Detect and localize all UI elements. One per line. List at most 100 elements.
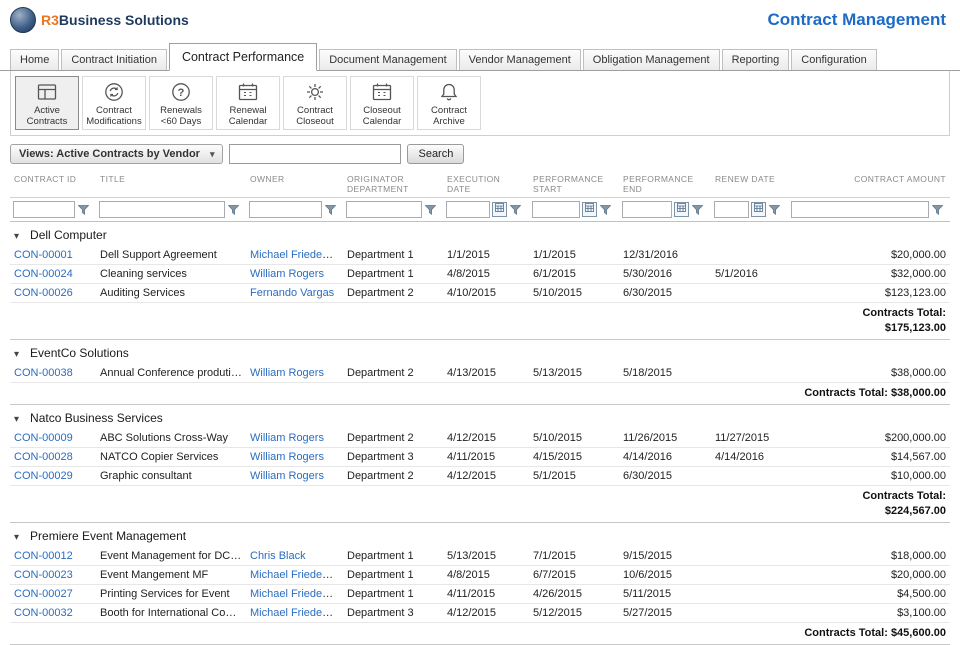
column-header-originator-department[interactable]: ORIGINATOR DEPARTMENT bbox=[343, 170, 443, 198]
owner-link[interactable]: Michael Friedenberg bbox=[250, 607, 343, 619]
search-button[interactable]: Search bbox=[407, 144, 464, 164]
logo-text: R3Business Solutions bbox=[41, 12, 189, 28]
performance-end-cell: 12/31/2016 bbox=[619, 246, 711, 265]
filter-input-contract-id[interactable] bbox=[13, 201, 75, 218]
contract-id-link[interactable]: CON-00032 bbox=[14, 607, 73, 619]
calendar-picker-icon[interactable] bbox=[674, 202, 689, 217]
owner-cell: William Rogers bbox=[246, 448, 343, 467]
filter-funnel-icon[interactable] bbox=[692, 205, 703, 215]
ribbon-button-contract-closeout[interactable]: Contract Closeout bbox=[283, 76, 347, 130]
collapse-arrow-icon[interactable]: ▾ bbox=[14, 532, 19, 543]
owner-link[interactable]: William Rogers bbox=[250, 268, 324, 280]
contract-id-link[interactable]: CON-00023 bbox=[14, 569, 73, 581]
owner-link[interactable]: William Rogers bbox=[250, 432, 324, 444]
ribbon-button-renewal-calendar[interactable]: Renewal Calendar bbox=[216, 76, 280, 130]
performance-end-cell: 6/30/2015 bbox=[619, 467, 711, 486]
owner-link[interactable]: Fernando Vargas bbox=[250, 287, 334, 299]
refresh-circle-icon bbox=[102, 80, 126, 104]
filter-input-execution-date[interactable] bbox=[446, 201, 490, 218]
renew-date-cell bbox=[711, 584, 788, 603]
tab-configuration[interactable]: Configuration bbox=[791, 49, 876, 70]
views-dropdown[interactable]: Views: Active Contracts by Vendor ▾ bbox=[10, 144, 223, 164]
collapse-arrow-icon[interactable]: ▾ bbox=[14, 231, 19, 242]
contract-id-link[interactable]: CON-00027 bbox=[14, 588, 73, 600]
contract-id-link[interactable]: CON-00026 bbox=[14, 287, 73, 299]
contract-id-link[interactable]: CON-00009 bbox=[14, 432, 73, 444]
owner-link[interactable]: Michael Friedenberg bbox=[250, 569, 343, 581]
performance-end-cell: 9/15/2015 bbox=[619, 547, 711, 566]
filter-funnel-icon[interactable] bbox=[510, 205, 521, 215]
filter-input-title[interactable] bbox=[99, 201, 225, 218]
department-cell: Department 2 bbox=[343, 364, 443, 383]
tab-reporting[interactable]: Reporting bbox=[722, 49, 790, 70]
owner-link[interactable]: William Rogers bbox=[250, 367, 324, 379]
filter-cell-renew-date bbox=[711, 198, 788, 222]
contract-id-link[interactable]: CON-00028 bbox=[14, 451, 73, 463]
column-header-title[interactable]: TITLE bbox=[96, 170, 246, 198]
filter-funnel-icon[interactable] bbox=[769, 205, 780, 215]
amount-cell: $32,000.00 bbox=[788, 265, 950, 284]
owner-link[interactable]: Michael Friedenberg bbox=[250, 588, 343, 600]
tab-contract-initiation[interactable]: Contract Initiation bbox=[61, 49, 167, 70]
owner-link[interactable]: William Rogers bbox=[250, 451, 324, 463]
column-header-renew-date[interactable]: RENEW DATE bbox=[711, 170, 788, 198]
ribbon-button-contract-archive[interactable]: Contract Archive bbox=[417, 76, 481, 130]
column-header-performance-end[interactable]: PERFORMANCE END bbox=[619, 170, 711, 198]
filter-input-performance-start[interactable] bbox=[532, 201, 580, 218]
filter-input-contract-amount[interactable] bbox=[791, 201, 929, 218]
ribbon-button-label: Active Contracts bbox=[17, 105, 77, 127]
column-header-performance-start[interactable]: PERFORMANCE START bbox=[529, 170, 619, 198]
calendar-picker-icon[interactable] bbox=[492, 202, 507, 217]
filter-input-performance-end[interactable] bbox=[622, 201, 672, 218]
ribbon-button-contract-modifications[interactable]: Contract Modifications bbox=[82, 76, 146, 130]
performance-start-cell: 4/15/2015 bbox=[529, 448, 619, 467]
contract-title-cell: Annual Conference prodution bbox=[96, 364, 246, 383]
owner-link[interactable]: Michael Friedenberg bbox=[250, 249, 343, 261]
column-header-owner[interactable]: OWNER bbox=[246, 170, 343, 198]
contract-id-link[interactable]: CON-00029 bbox=[14, 470, 73, 482]
tab-contract-performance[interactable]: Contract Performance bbox=[169, 43, 317, 71]
owner-link[interactable]: Chris Black bbox=[250, 550, 306, 562]
table-row: CON-00028NATCO Copier ServicesWilliam Ro… bbox=[10, 448, 950, 467]
filter-funnel-icon[interactable] bbox=[425, 205, 436, 215]
collapse-arrow-icon[interactable]: ▾ bbox=[14, 349, 19, 360]
tab-obligation-management[interactable]: Obligation Management bbox=[583, 49, 720, 70]
logo-prefix: R3 bbox=[41, 12, 59, 28]
performance-start-cell: 7/1/2015 bbox=[529, 547, 619, 566]
filter-input-renew-date[interactable] bbox=[714, 201, 749, 218]
department-cell: Department 2 bbox=[343, 284, 443, 303]
owner-link[interactable]: William Rogers bbox=[250, 470, 324, 482]
filter-funnel-icon[interactable] bbox=[78, 205, 89, 215]
performance-start-cell: 1/1/2015 bbox=[529, 246, 619, 265]
ribbon-button-renewals-60-days[interactable]: ?Renewals <60 Days bbox=[149, 76, 213, 130]
ribbon-button-closeout-calendar[interactable]: Closeout Calendar bbox=[350, 76, 414, 130]
contract-id-link[interactable]: CON-00024 bbox=[14, 268, 73, 280]
tab-home[interactable]: Home bbox=[10, 49, 59, 70]
filter-input-originator-department[interactable] bbox=[346, 201, 422, 218]
search-input[interactable] bbox=[229, 144, 401, 164]
group-vendor-name: Natco Business Services bbox=[30, 411, 163, 425]
collapse-arrow-icon[interactable]: ▾ bbox=[14, 414, 19, 425]
filter-input-owner[interactable] bbox=[249, 201, 322, 218]
tab-document-management[interactable]: Document Management bbox=[319, 49, 456, 70]
filter-funnel-icon[interactable] bbox=[932, 205, 943, 215]
column-header-execution-date[interactable]: EXECUTION DATE bbox=[443, 170, 529, 198]
filter-funnel-icon[interactable] bbox=[325, 205, 336, 215]
filter-funnel-icon[interactable] bbox=[228, 205, 239, 215]
tab-vendor-management[interactable]: Vendor Management bbox=[459, 49, 581, 70]
performance-start-cell: 4/26/2015 bbox=[529, 584, 619, 603]
filter-cell-originator-department bbox=[343, 198, 443, 222]
filter-funnel-icon[interactable] bbox=[600, 205, 611, 215]
contract-id-link[interactable]: CON-00001 bbox=[14, 249, 73, 261]
column-header-contract-amount[interactable]: CONTRACT AMOUNT bbox=[788, 170, 950, 198]
group-vendor-name: Dell Computer bbox=[30, 228, 107, 242]
calendar-picker-icon[interactable] bbox=[582, 202, 597, 217]
group-total-cell: Contracts Total:$175,123.00 bbox=[10, 303, 950, 340]
ribbon-button-active-contracts[interactable]: Active Contracts bbox=[15, 76, 79, 130]
contract-id-link[interactable]: CON-00038 bbox=[14, 367, 73, 379]
performance-start-cell: 5/10/2015 bbox=[529, 284, 619, 303]
contract-id-link[interactable]: CON-00012 bbox=[14, 550, 73, 562]
column-header-contract-id[interactable]: CONTRACT ID bbox=[10, 170, 96, 198]
calendar-picker-icon[interactable] bbox=[751, 202, 766, 217]
filter-cell-execution-date bbox=[443, 198, 529, 222]
